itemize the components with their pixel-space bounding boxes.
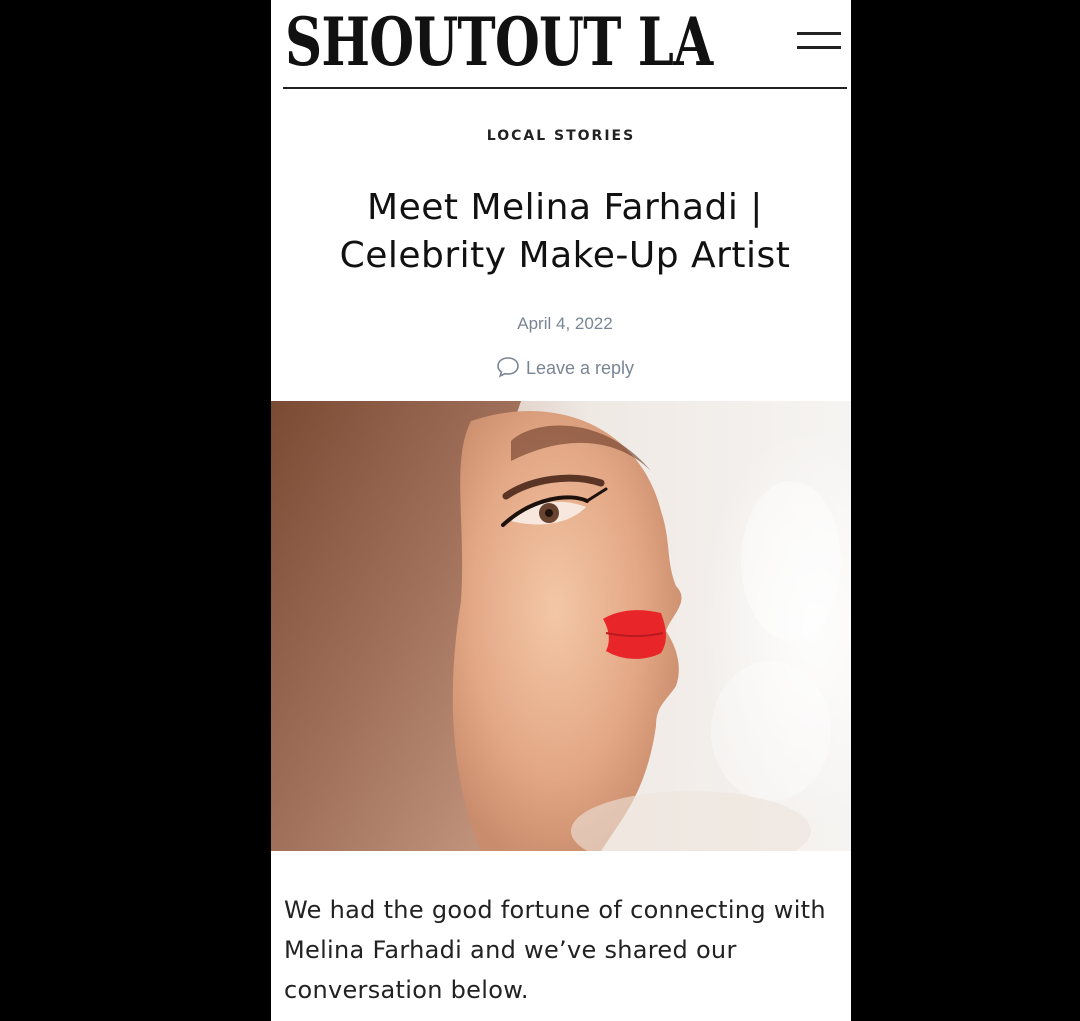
site-header: SHOUTOUT LA xyxy=(271,0,851,90)
article-intro: We had the good fortune of connecting wi… xyxy=(284,896,826,1004)
leave-reply-label: Leave a reply xyxy=(525,358,635,378)
publish-date[interactable]: April 4, 2022 xyxy=(271,314,851,334)
site-logo[interactable]: SHOUTOUT LA xyxy=(285,2,713,82)
article-page: SHOUTOUT LA LOCAL STORIES Meet Melina Fa… xyxy=(271,0,851,1021)
menu-button[interactable] xyxy=(791,28,843,58)
header-divider xyxy=(283,87,847,89)
leave-reply-link[interactable]: Leave a reply xyxy=(271,356,851,383)
featured-image xyxy=(271,401,851,851)
comment-bubble-icon xyxy=(496,356,520,383)
article-title: Meet Melina Farhadi | Celebrity Make-Up … xyxy=(339,187,791,276)
category-label[interactable]: LOCAL STORIES xyxy=(271,128,851,144)
